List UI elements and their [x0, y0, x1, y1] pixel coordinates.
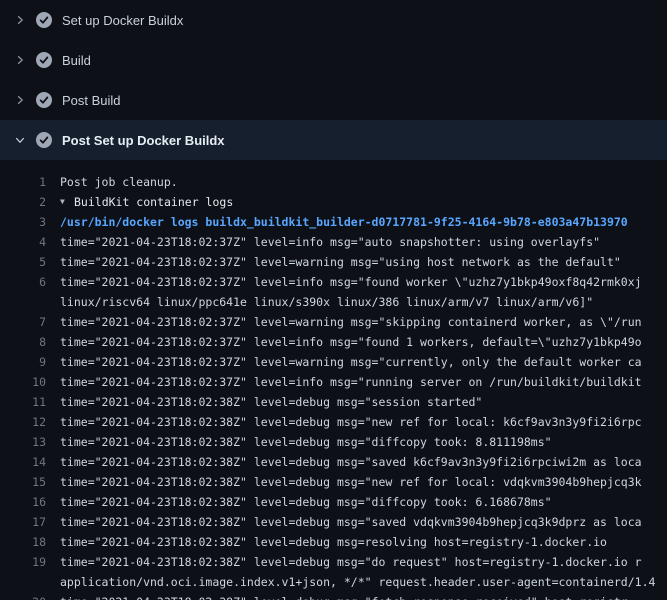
log-line-text: time="2021-04-23T18:02:38Z" level=debug … — [46, 412, 642, 432]
log-line-text: BuildKit container logs — [74, 192, 233, 212]
check-circle-icon — [36, 12, 52, 28]
log-line: 19 time="2021-04-23T18:02:38Z" level=deb… — [0, 552, 667, 592]
log-line: 1 Post job cleanup. — [0, 172, 667, 192]
log-line-number[interactable]: 9 — [0, 352, 46, 372]
step-section-header[interactable]: Post Build — [0, 80, 667, 120]
step-section-label: Build — [62, 53, 91, 68]
log-line: 2 ▼ BuildKit container logs — [0, 192, 667, 212]
log-line-text: time="2021-04-23T18:02:37Z" level=info m… — [46, 332, 642, 352]
log-line: 7 time="2021-04-23T18:02:37Z" level=warn… — [0, 312, 667, 332]
log-line: 11 time="2021-04-23T18:02:38Z" level=deb… — [0, 392, 667, 412]
log-line-text: time="2021-04-23T18:02:38Z" level=debug … — [46, 532, 607, 552]
step-section-label: Set up Docker Buildx — [62, 13, 183, 28]
check-circle-icon — [36, 52, 52, 68]
actions-log-viewer: Set up Docker Buildx Build Post Buil — [0, 0, 667, 600]
step-section-header[interactable]: Build — [0, 40, 667, 80]
log-line-number[interactable]: 18 — [0, 532, 46, 552]
log-line: 12 time="2021-04-23T18:02:38Z" level=deb… — [0, 412, 667, 432]
log-line: 18 time="2021-04-23T18:02:38Z" level=deb… — [0, 532, 667, 552]
step-section-header[interactable]: Set up Docker Buildx — [0, 0, 667, 40]
log-line-text: /usr/bin/docker logs buildx_buildkit_bui… — [46, 212, 628, 232]
log-line-number[interactable]: 6 — [0, 272, 46, 292]
log-line-text: Post job cleanup. — [46, 172, 178, 192]
log-line-number[interactable]: 10 — [0, 372, 46, 392]
log-line-text: time="2021-04-23T18:02:37Z" level=info m… — [46, 232, 600, 252]
check-circle-icon — [36, 132, 52, 148]
log-line-number[interactable]: 2 — [0, 192, 46, 212]
log-line-number[interactable]: 14 — [0, 452, 46, 472]
log-line-number[interactable]: 1 — [0, 172, 46, 192]
chevron-right-icon — [14, 14, 26, 26]
step-section-header[interactable]: Post Set up Docker Buildx — [0, 120, 667, 160]
log-line: 14 time="2021-04-23T18:02:38Z" level=deb… — [0, 452, 667, 472]
log-line: 15 time="2021-04-23T18:02:38Z" level=deb… — [0, 472, 667, 492]
log-line-number[interactable]: 12 — [0, 412, 46, 432]
log-line-text: time="2021-04-23T18:02:38Z" level=debug … — [46, 492, 552, 512]
group-toggle-icon[interactable]: ▼ — [60, 192, 74, 212]
log-line: 9 time="2021-04-23T18:02:37Z" level=warn… — [0, 352, 667, 372]
log-line-number[interactable]: 5 — [0, 252, 46, 272]
log-line: 10 time="2021-04-23T18:02:37Z" level=inf… — [0, 372, 667, 392]
step-section-label: Post Build — [62, 93, 121, 108]
log-line: 5 time="2021-04-23T18:02:37Z" level=warn… — [0, 252, 667, 272]
log-line: 6 time="2021-04-23T18:02:37Z" level=info… — [0, 272, 667, 312]
log-line-number[interactable]: 3 — [0, 212, 46, 232]
log-line-number[interactable]: 13 — [0, 432, 46, 452]
log-line: 20 time="2021-04-23T18:02:38Z" level=deb… — [0, 592, 667, 600]
log-line-text: time="2021-04-23T18:02:38Z" level=debug … — [46, 432, 552, 452]
step-sections: Set up Docker Buildx Build Post Buil — [0, 0, 667, 160]
log-line-text: time="2021-04-23T18:02:38Z" level=debug … — [46, 472, 642, 492]
log-area: 1 Post job cleanup. 2 ▼ BuildKit contain… — [0, 160, 667, 600]
log-line-text: time="2021-04-23T18:02:38Z" level=debug … — [46, 592, 628, 600]
log-line-text: time="2021-04-23T18:02:37Z" level=warnin… — [46, 352, 642, 372]
check-circle-icon — [36, 92, 52, 108]
log-line: 8 time="2021-04-23T18:02:37Z" level=info… — [0, 332, 667, 352]
log-line: 4 time="2021-04-23T18:02:37Z" level=info… — [0, 232, 667, 252]
chevron-down-icon — [14, 134, 26, 146]
log-line-text: time="2021-04-23T18:02:37Z" level=warnin… — [46, 252, 621, 272]
log-line-text: time="2021-04-23T18:02:37Z" level=warnin… — [46, 312, 642, 332]
chevron-right-icon — [14, 94, 26, 106]
log-line-text: time="2021-04-23T18:02:38Z" level=debug … — [46, 392, 482, 412]
log-line: 16 time="2021-04-23T18:02:38Z" level=deb… — [0, 492, 667, 512]
log-line-number[interactable]: 15 — [0, 472, 46, 492]
log-line-text: time="2021-04-23T18:02:38Z" level=debug … — [46, 512, 642, 532]
log-line-text: time="2021-04-23T18:02:38Z" level=debug … — [46, 552, 655, 592]
log-line-number[interactable]: 11 — [0, 392, 46, 412]
log-line-text: time="2021-04-23T18:02:37Z" level=info m… — [46, 372, 642, 392]
log-line-number[interactable]: 17 — [0, 512, 46, 532]
log-line-number[interactable]: 7 — [0, 312, 46, 332]
chevron-right-icon — [14, 54, 26, 66]
step-section-label: Post Set up Docker Buildx — [62, 133, 225, 148]
log-line-number[interactable]: 20 — [0, 592, 46, 600]
log-line-text: time="2021-04-23T18:02:38Z" level=debug … — [46, 452, 642, 472]
log-line-number[interactable]: 8 — [0, 332, 46, 352]
log-line: 13 time="2021-04-23T18:02:38Z" level=deb… — [0, 432, 667, 452]
log-line-number[interactable]: 19 — [0, 552, 46, 572]
log-line-text: time="2021-04-23T18:02:37Z" level=info m… — [46, 272, 642, 312]
log-line: 3 /usr/bin/docker logs buildx_buildkit_b… — [0, 212, 667, 232]
log-line-number[interactable]: 4 — [0, 232, 46, 252]
log-line: 17 time="2021-04-23T18:02:38Z" level=deb… — [0, 512, 667, 532]
log-line-number[interactable]: 16 — [0, 492, 46, 512]
